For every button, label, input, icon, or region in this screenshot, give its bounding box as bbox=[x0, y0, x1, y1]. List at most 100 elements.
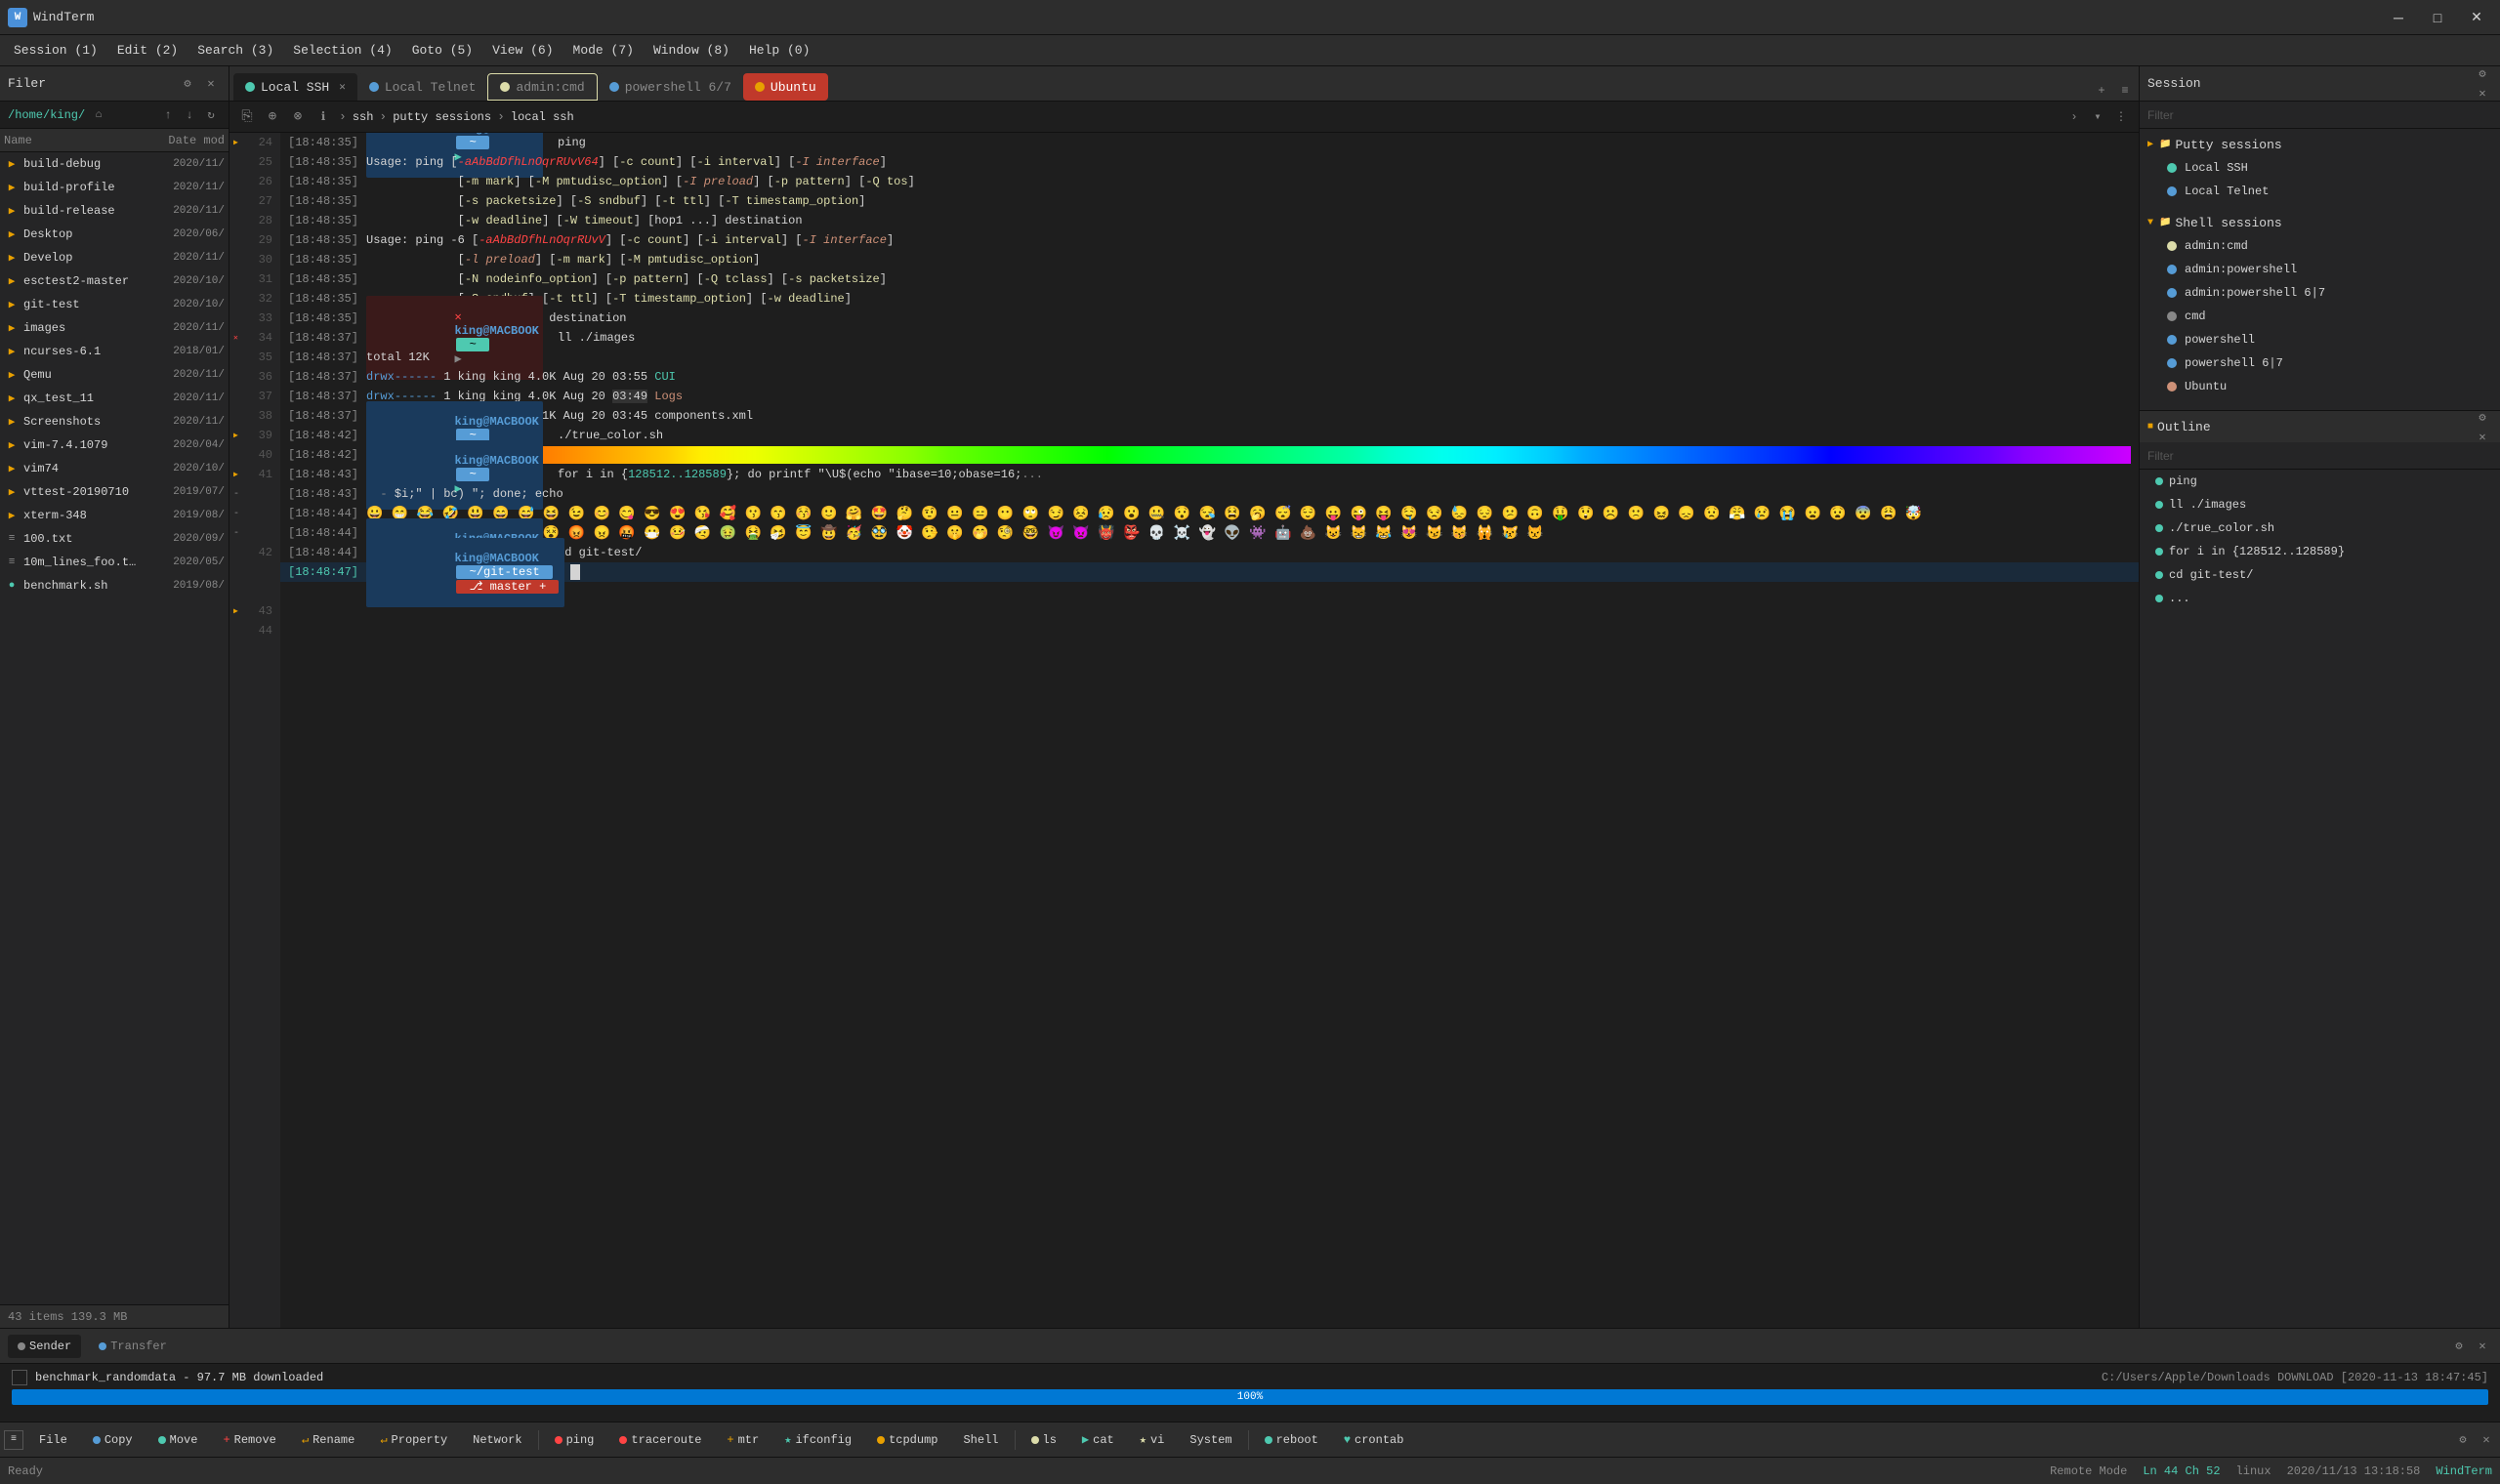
list-item[interactable]: ▶ qx_test_11 2020/11/ bbox=[0, 387, 229, 410]
session-item-local-telnet[interactable]: Local Telnet bbox=[2140, 180, 2500, 203]
list-item[interactable]: ≡ 100.txt 2020/09/ bbox=[0, 527, 229, 551]
list-item[interactable]: ▶ build-release 2020/11/ bbox=[0, 199, 229, 223]
session-settings-icon[interactable]: ⚙ bbox=[2473, 66, 2492, 84]
addr-ssh[interactable]: ssh bbox=[353, 110, 374, 124]
statusbar-system-button[interactable]: System bbox=[1180, 1426, 1241, 1454]
list-item[interactable]: ▶ git-test 2020/10/ bbox=[0, 293, 229, 316]
list-item[interactable]: ▶ build-debug 2020/11/ bbox=[0, 152, 229, 176]
statusbar-crontab-button[interactable]: ♥ crontab bbox=[1334, 1426, 1414, 1454]
list-item[interactable]: ▶ images 2020/11/ bbox=[0, 316, 229, 340]
outline-settings-icon[interactable]: ⚙ bbox=[2473, 407, 2492, 427]
tab-ubuntu[interactable]: Ubuntu bbox=[743, 73, 828, 101]
addr-icon3[interactable]: ⊗ bbox=[288, 107, 308, 127]
list-item[interactable]: ▶ vim74 2020/10/ bbox=[0, 457, 229, 480]
list-item[interactable]: ● benchmark.sh 2019/08/ bbox=[0, 574, 229, 598]
info-icon[interactable]: ℹ bbox=[313, 107, 333, 127]
menu-goto[interactable]: Goto (5) bbox=[402, 39, 482, 62]
putty-sessions-header[interactable]: ▶ 📁 Putty sessions bbox=[2140, 133, 2500, 156]
addr-putty[interactable]: putty sessions bbox=[393, 110, 491, 124]
filer-settings-icon[interactable]: ⚙ bbox=[178, 74, 197, 94]
filer-close-icon[interactable]: ✕ bbox=[201, 74, 221, 94]
outline-item-more[interactable]: ... bbox=[2140, 587, 2500, 610]
status-icon-box[interactable]: ≡ bbox=[4, 1430, 23, 1450]
list-item[interactable]: ▶ Desktop 2020/06/ bbox=[0, 223, 229, 246]
outline-item-ping[interactable]: ping bbox=[2140, 470, 2500, 493]
outline-item-truecolor[interactable]: ./true_color.sh bbox=[2140, 516, 2500, 540]
session-filter-input[interactable] bbox=[2147, 108, 2492, 122]
addr-local-ssh[interactable]: local ssh bbox=[511, 110, 574, 124]
list-item[interactable]: ▶ Screenshots 2020/11/ bbox=[0, 410, 229, 433]
session-item-admin-cmd[interactable]: admin:cmd bbox=[2140, 234, 2500, 258]
statusbar-reboot-button[interactable]: reboot bbox=[1255, 1426, 1328, 1454]
tab-admin-cmd[interactable]: admin:cmd bbox=[487, 73, 597, 101]
menu-view[interactable]: View (6) bbox=[482, 39, 562, 62]
transfer-settings-icon[interactable]: ⚙ bbox=[2449, 1337, 2469, 1356]
statusbar-move-button[interactable]: Move bbox=[148, 1426, 208, 1454]
list-item[interactable]: ▶ ncurses-6.1 2018/01/ bbox=[0, 340, 229, 363]
session-item-admin-powershell[interactable]: admin:powershell bbox=[2140, 258, 2500, 281]
list-item[interactable]: ▶ Develop 2020/11/ bbox=[0, 246, 229, 269]
list-item[interactable]: ▶ build-profile 2020/11/ bbox=[0, 176, 229, 199]
new-tab-icon[interactable]: + bbox=[2092, 81, 2111, 101]
statusbar-tcpdump-button[interactable]: tcpdump bbox=[867, 1426, 947, 1454]
list-item[interactable]: ▶ Qemu 2020/11/ bbox=[0, 363, 229, 387]
outline-filter-input[interactable] bbox=[2147, 449, 2492, 463]
download-checkbox[interactable] bbox=[12, 1370, 27, 1385]
outline-close-icon[interactable]: ✕ bbox=[2473, 427, 2492, 446]
tab-menu-icon[interactable]: ≡ bbox=[2115, 81, 2135, 101]
list-item[interactable]: ▶ xterm-348 2019/08/ bbox=[0, 504, 229, 527]
statusbar-rename-button[interactable]: ↵ Rename bbox=[292, 1426, 364, 1454]
outline-item-cd[interactable]: cd git-test/ bbox=[2140, 563, 2500, 587]
outline-item-ll[interactable]: ll ./images bbox=[2140, 493, 2500, 516]
statusbar-file-button[interactable]: File bbox=[29, 1426, 77, 1454]
tab-transfer[interactable]: Transfer bbox=[89, 1335, 177, 1358]
statusbar-remove-button[interactable]: + Remove bbox=[213, 1426, 285, 1454]
statusbar-close-icon[interactable]: ✕ bbox=[2477, 1430, 2496, 1450]
statusbar-mtr-button[interactable]: + mtr bbox=[717, 1426, 769, 1454]
filer-down-icon[interactable]: ↓ bbox=[180, 105, 199, 125]
addr-icon1[interactable]: ⎘ bbox=[237, 107, 257, 127]
terminal-content[interactable]: [18:48:35] king@MACBOOK ~ ▶ ping [18:48:… bbox=[280, 133, 2139, 1328]
list-item[interactable]: ▶ esctest2-master 2020/10/ bbox=[0, 269, 229, 293]
session-item-local-ssh[interactable]: Local SSH bbox=[2140, 156, 2500, 180]
transfer-close-icon[interactable]: ✕ bbox=[2473, 1337, 2492, 1356]
statusbar-copy-button[interactable]: Copy bbox=[83, 1426, 143, 1454]
addr-dropdown-icon[interactable]: ▾ bbox=[2088, 107, 2107, 127]
session-item-ubuntu[interactable]: Ubuntu bbox=[2140, 375, 2500, 398]
menu-help[interactable]: Help (0) bbox=[739, 39, 819, 62]
menu-selection[interactable]: Selection (4) bbox=[283, 39, 401, 62]
list-item[interactable]: ≡ 10m_lines_foo.t... 2020/05/ bbox=[0, 551, 229, 574]
list-item[interactable]: ▶ vttest-20190710 2019/07/ bbox=[0, 480, 229, 504]
tab-sender[interactable]: Sender bbox=[8, 1335, 81, 1358]
statusbar-vi-button[interactable]: ★ vi bbox=[1130, 1426, 1175, 1454]
session-item-cmd[interactable]: cmd bbox=[2140, 305, 2500, 328]
tab-local-ssh[interactable]: Local SSH ✕ bbox=[233, 73, 357, 101]
menu-search[interactable]: Search (3) bbox=[188, 39, 283, 62]
statusbar-ping-button[interactable]: ping bbox=[545, 1426, 604, 1454]
session-item-admin-powershell-67[interactable]: admin:powershell 6|7 bbox=[2140, 281, 2500, 305]
session-item-powershell-67[interactable]: powershell 6|7 bbox=[2140, 351, 2500, 375]
outline-item-for[interactable]: for i in {128512..128589} bbox=[2140, 540, 2500, 563]
tab-close-local-ssh[interactable]: ✕ bbox=[339, 80, 346, 94]
filer-path-home-icon[interactable]: ⌂ bbox=[89, 105, 108, 125]
tab-local-telnet[interactable]: Local Telnet bbox=[357, 73, 488, 101]
shell-sessions-header[interactable]: ▼ 📁 Shell sessions bbox=[2140, 211, 2500, 234]
statusbar-property-button[interactable]: ↵ Property bbox=[370, 1426, 457, 1454]
addr-forward-icon[interactable]: › bbox=[2064, 107, 2084, 127]
addr-more-icon[interactable]: ⋮ bbox=[2111, 107, 2131, 127]
session-close-icon[interactable]: ✕ bbox=[2473, 84, 2492, 103]
statusbar-cat-button[interactable]: ▶ cat bbox=[1072, 1426, 1124, 1454]
maximize-button[interactable]: □ bbox=[2422, 6, 2453, 29]
addr-icon2[interactable]: ⊕ bbox=[263, 107, 282, 127]
statusbar-traceroute-button[interactable]: traceroute bbox=[609, 1426, 711, 1454]
menu-window[interactable]: Window (8) bbox=[644, 39, 739, 62]
menu-edit[interactable]: Edit (2) bbox=[107, 39, 188, 62]
statusbar-network-button[interactable]: Network bbox=[463, 1426, 531, 1454]
filer-up-icon[interactable]: ↑ bbox=[158, 105, 178, 125]
session-item-powershell[interactable]: powershell bbox=[2140, 328, 2500, 351]
menu-session[interactable]: Session (1) bbox=[4, 39, 107, 62]
statusbar-ls-button[interactable]: ls bbox=[1021, 1426, 1066, 1454]
statusbar-shell-button[interactable]: Shell bbox=[953, 1426, 1008, 1454]
statusbar-settings-icon[interactable]: ⚙ bbox=[2453, 1430, 2473, 1450]
list-item[interactable]: ▶ vim-7.4.1079 2020/04/ bbox=[0, 433, 229, 457]
